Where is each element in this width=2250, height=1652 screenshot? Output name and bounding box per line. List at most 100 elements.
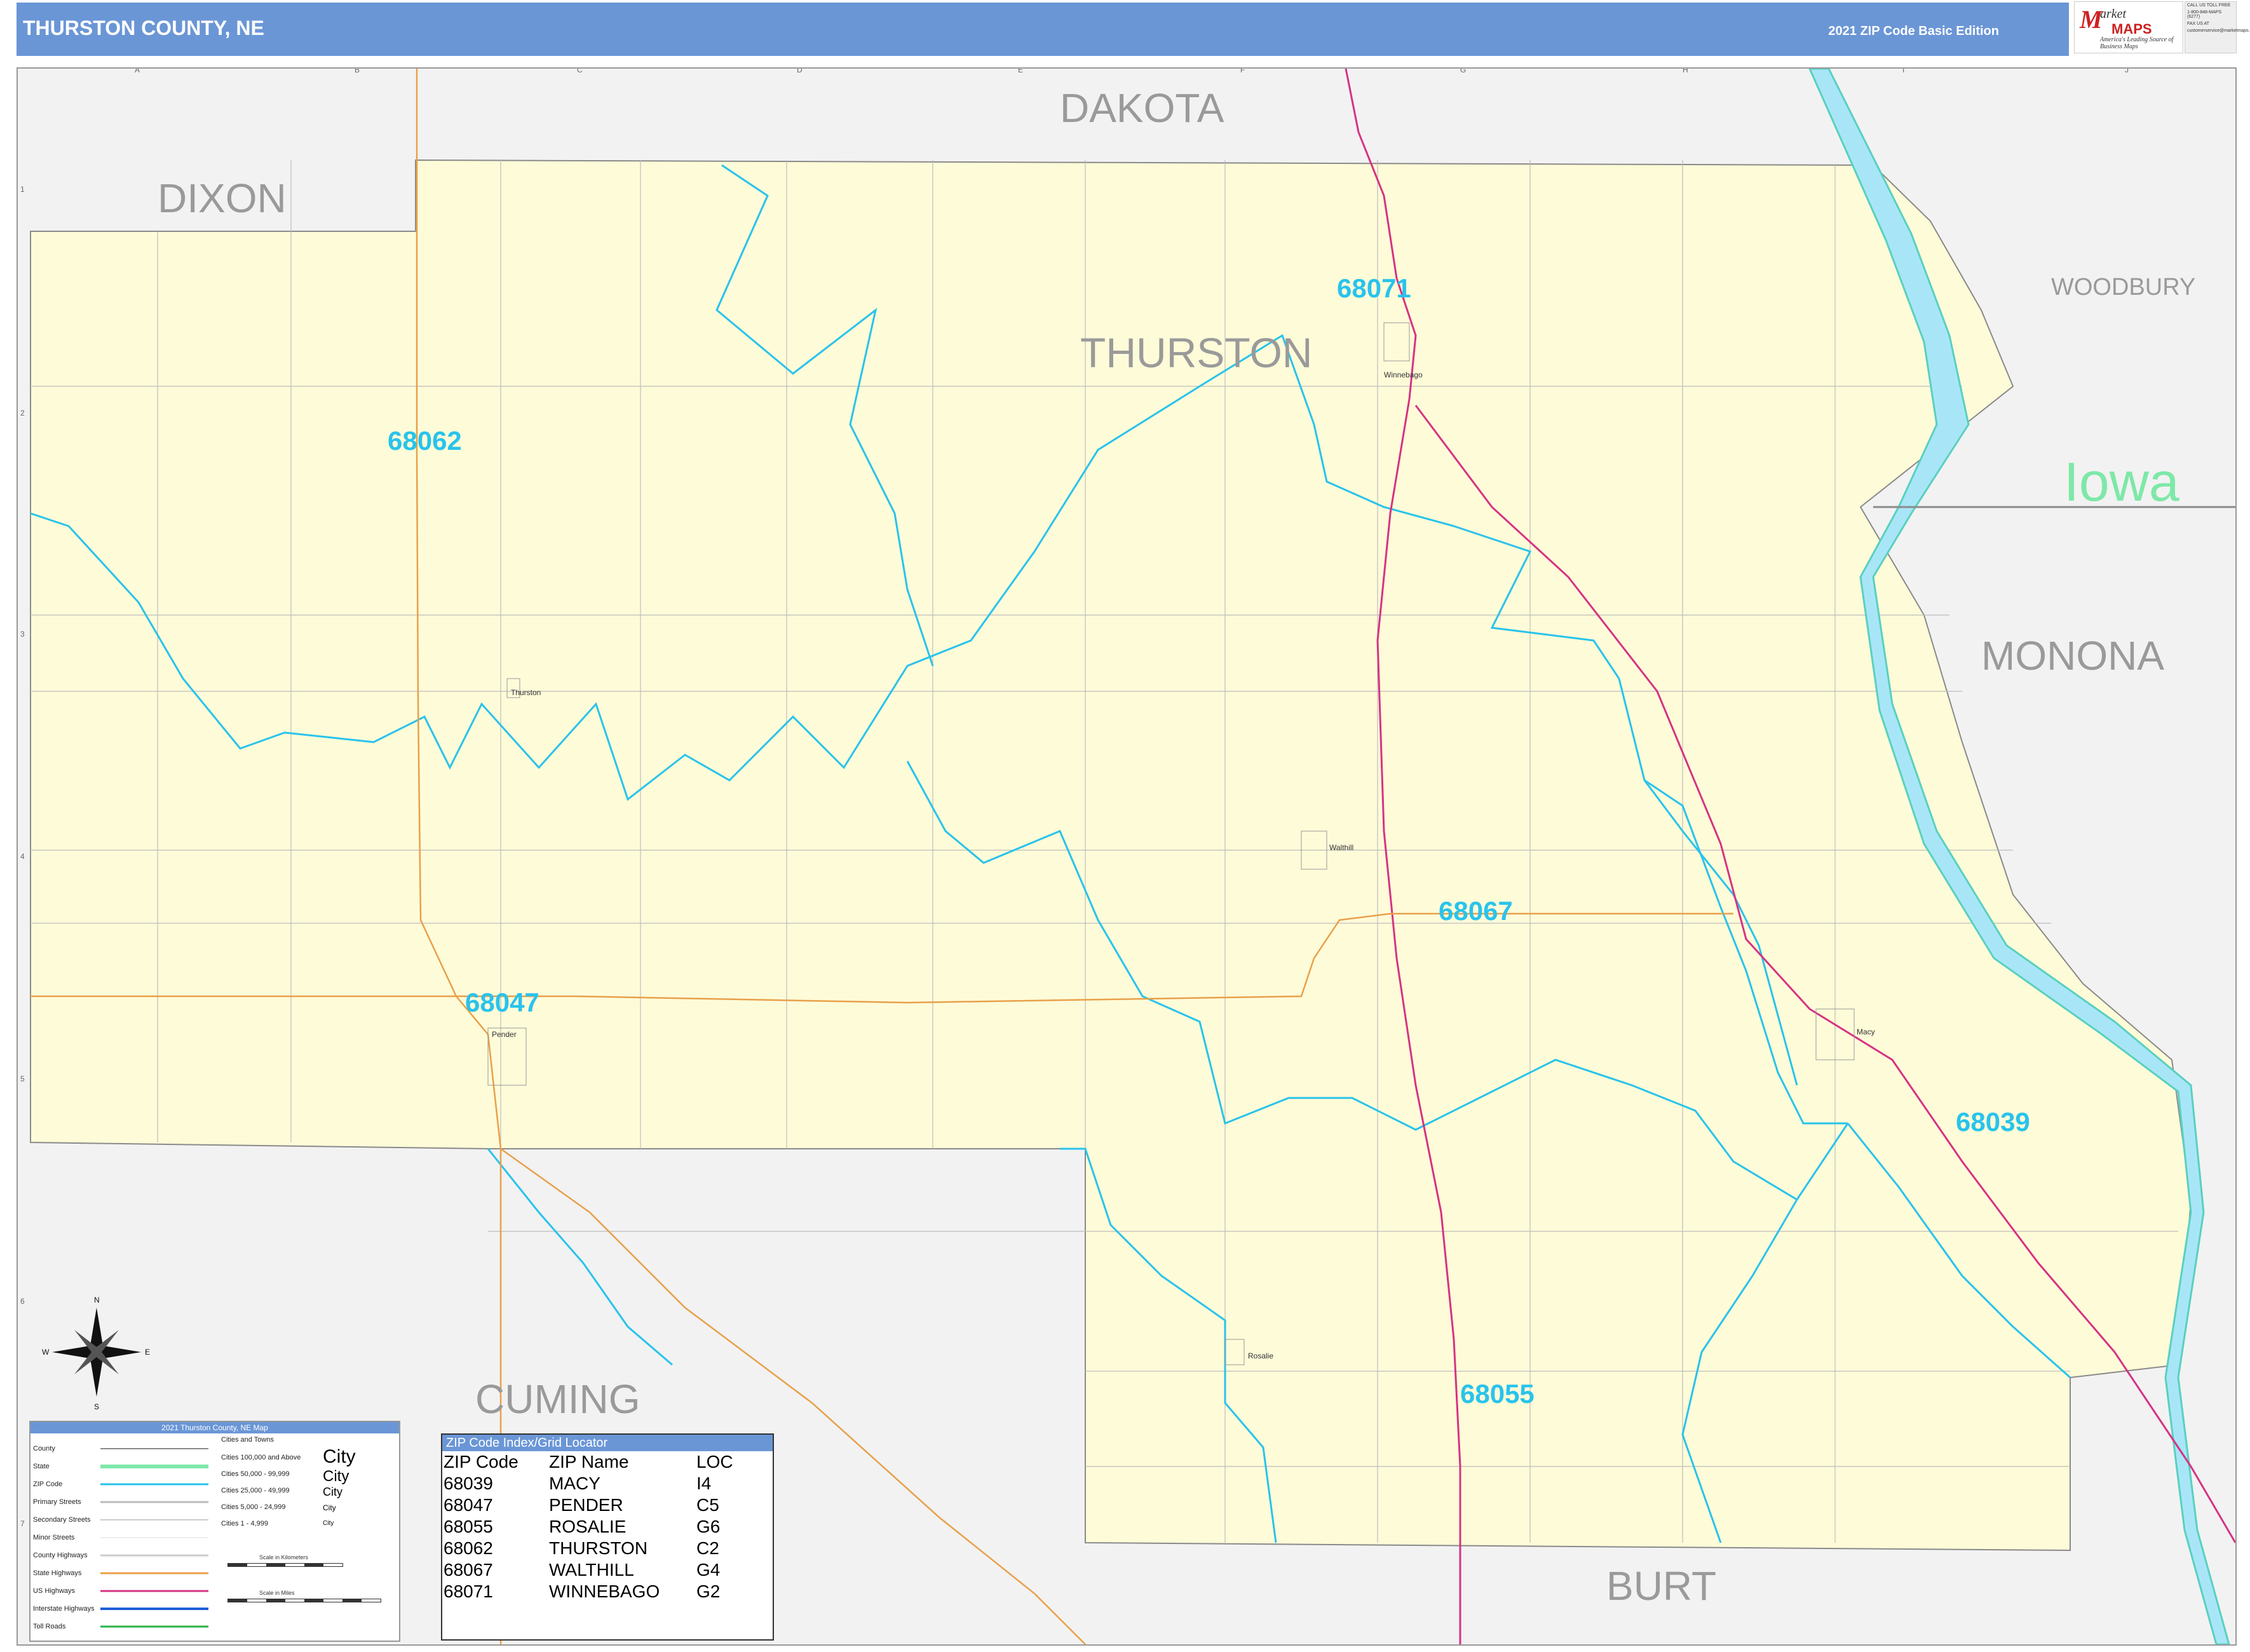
- table-row: 68055 ROSALIE G6: [444, 1516, 737, 1538]
- grid-row-label: 5: [20, 1074, 25, 1083]
- neighbor-label: WOODBURY: [2051, 274, 2195, 301]
- map-canvas[interactable]: DIXON DAKOTA WOODBURY MONONA BURT CUMING…: [18, 69, 2235, 1644]
- contact-line: 1-800-848-MAPS (6277): [2187, 10, 2222, 19]
- table-row: 68071 WINNEBAGO G2: [444, 1581, 737, 1602]
- zip-table: ZIP Code ZIP Name LOC 68039 MACY I4 6804…: [444, 1451, 737, 1602]
- legend-scale-km: Scale in Kilometers: [259, 1554, 309, 1561]
- county-label: THURSTON: [1080, 329, 1312, 376]
- town-label: Thurston: [511, 688, 541, 697]
- town-label: Winnebago: [1384, 370, 1423, 379]
- legend-city-sample: City: [323, 1503, 336, 1512]
- logo-tagline: America's Leading Source of Business Map…: [2100, 36, 2174, 50]
- grid-col-label: A: [135, 69, 140, 74]
- map-title: THURSTON COUNTY, NE: [23, 17, 264, 39]
- town-label: Pender: [492, 1030, 517, 1039]
- legend-city-sample: City: [323, 1486, 342, 1498]
- legend-scale-mi: Scale in Miles: [259, 1590, 295, 1596]
- grid-rows: 1 2 3 4 5 6 7: [20, 185, 25, 1528]
- zip-cell: 68039: [444, 1473, 493, 1493]
- grid-row-label: 2: [20, 409, 25, 417]
- zip-cell: WALTHILL: [549, 1560, 634, 1580]
- zip-cell: C2: [696, 1538, 719, 1558]
- legend-city-sample: City: [323, 1520, 334, 1527]
- zip-cell: WINNEBAGO: [549, 1581, 660, 1601]
- scale-bar-mi: [227, 1599, 381, 1602]
- neighbor-label: BURT: [1606, 1563, 1716, 1609]
- neighbor-label: DAKOTA: [1060, 85, 1224, 131]
- zip-cell: G4: [696, 1560, 721, 1580]
- zip-cell: G6: [696, 1517, 721, 1536]
- legend-city-sample: City: [323, 1468, 349, 1485]
- zip-label: 68062: [388, 426, 462, 456]
- legend-city-row: Cities 1 - 4,999: [221, 1520, 268, 1527]
- table-row: 68062 THURSTON C2: [444, 1538, 737, 1559]
- zip-label: 68039: [1956, 1107, 2030, 1137]
- logo-mark: M: [2080, 5, 2103, 34]
- zip-label: 68071: [1337, 273, 1411, 303]
- zip-cell: 68067: [444, 1560, 493, 1580]
- legend-row: State Highways: [33, 1569, 82, 1577]
- neighbor-label: CUMING: [475, 1376, 640, 1422]
- market-maps-logo: M arket MAPS America's Leading Source of…: [2074, 1, 2183, 53]
- scale-bar-km: [227, 1563, 343, 1567]
- grid-row-label: 3: [20, 630, 25, 639]
- grid-col-label: F: [1240, 69, 1245, 74]
- zip-label: 68047: [465, 987, 539, 1017]
- header-bar: THURSTON COUNTY, NE 2021 ZIP Code Basic …: [17, 3, 2069, 56]
- zip-cell: MACY: [549, 1473, 600, 1493]
- zip-cell: 68062: [444, 1538, 493, 1558]
- zip-label: 68067: [1439, 896, 1513, 926]
- zip-cell: 68055: [444, 1517, 493, 1536]
- zip-col-header: ZIP Name: [549, 1452, 629, 1472]
- town-label: Rosalie: [1248, 1351, 1273, 1360]
- legend-row: State: [33, 1463, 50, 1470]
- table-row: 68067 WALTHILL G4: [444, 1559, 737, 1581]
- zip-index-table: ZIP Code Index/Grid Locator ZIP Code ZIP…: [441, 1433, 774, 1641]
- legend-row: US Highways: [33, 1587, 76, 1595]
- edition-label: 2021 ZIP Code Basic Edition: [1828, 24, 1999, 38]
- compass-west: W: [42, 1348, 50, 1357]
- grid-col-label: H: [1683, 69, 1688, 74]
- zip-index-title: ZIP Code Index/Grid Locator: [442, 1435, 773, 1451]
- zip-cell: PENDER: [549, 1495, 623, 1515]
- zip-cell: 68071: [444, 1581, 493, 1601]
- legend-row: Primary Streets: [33, 1498, 81, 1506]
- grid-col-label: I: [1902, 69, 1904, 74]
- legend-city-sample: City: [323, 1446, 356, 1467]
- grid-col-label: B: [355, 69, 360, 74]
- legend-row: County Highways: [33, 1552, 88, 1559]
- grid-col-label: J: [2125, 69, 2129, 74]
- legend-swatches: [100, 1448, 208, 1628]
- table-row: 68039 MACY I4: [444, 1473, 737, 1494]
- contact-line: FAX US AT: [2187, 22, 2209, 26]
- legend-city-row: Cities 25,000 - 49,999: [221, 1487, 290, 1494]
- compass-south: S: [94, 1402, 99, 1411]
- zip-cell: ROSALIE: [549, 1517, 627, 1536]
- grid-row-label: 6: [20, 1297, 25, 1306]
- state-label: Iowa: [2064, 452, 2179, 513]
- zip-cell: C5: [696, 1495, 719, 1515]
- compass-north: N: [94, 1296, 100, 1304]
- legend-city-row: Cities 5,000 - 24,999: [221, 1503, 286, 1511]
- zip-cell: G2: [696, 1581, 721, 1601]
- grid-col-label: G: [1460, 69, 1466, 74]
- grid-col-label: C: [577, 69, 583, 74]
- zip-cell: I4: [696, 1473, 712, 1493]
- grid-row-label: 7: [20, 1519, 25, 1528]
- legend-row: Toll Roads: [33, 1623, 66, 1630]
- zip-col-header: LOC: [696, 1452, 733, 1472]
- zip-col-header: ZIP Code: [444, 1452, 518, 1472]
- logo-word2: MAPS: [2111, 21, 2152, 37]
- compass-rose-icon: N E S W: [42, 1296, 150, 1411]
- neighbor-label: DIXON: [158, 175, 287, 221]
- legend-row: Minor Streets: [33, 1534, 75, 1541]
- legend-row: County: [33, 1445, 55, 1452]
- map-frame[interactable]: DIXON DAKOTA WOODBURY MONONA BURT CUMING…: [17, 67, 2237, 1646]
- town-label: Walthill: [1329, 843, 1353, 852]
- contact-box: CALL US TOLL FREE 1-800-848-MAPS (6277) …: [2185, 1, 2250, 53]
- legend-row: Interstate Highways: [33, 1605, 95, 1613]
- grid-col-label: D: [797, 69, 803, 74]
- legend-row: ZIP Code: [33, 1480, 63, 1488]
- legend-city-header: Cities and Towns: [221, 1436, 274, 1444]
- compass-east: E: [145, 1348, 150, 1357]
